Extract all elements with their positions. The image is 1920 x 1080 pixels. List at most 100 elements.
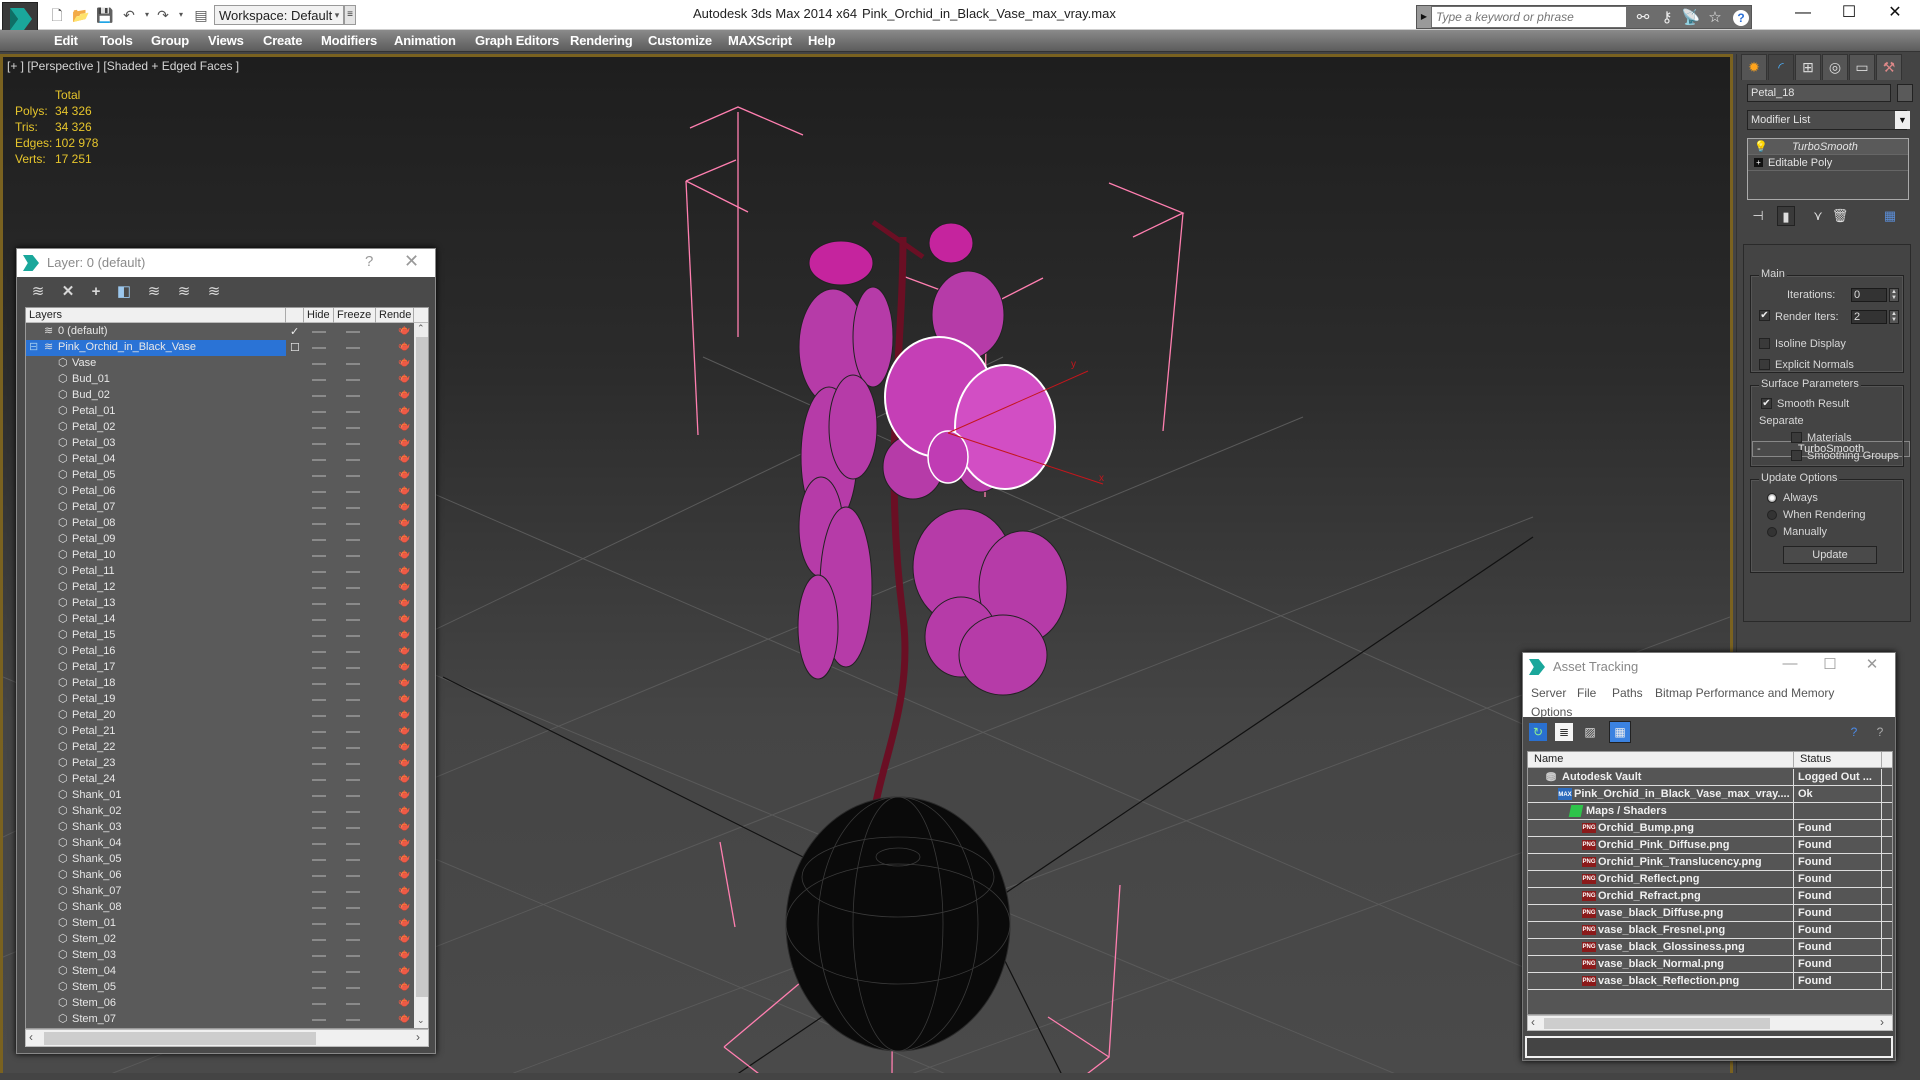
create-layer-icon[interactable]: ≋ (27, 282, 49, 302)
freeze-toggle[interactable] (346, 891, 360, 893)
hide-toggle[interactable] (312, 955, 326, 957)
column-header-hide[interactable]: Hide (304, 308, 334, 323)
object-row[interactable]: ⬡ Stem_02 🫖 (26, 932, 414, 948)
menu-views[interactable]: Views (208, 33, 244, 48)
freeze-toggle[interactable] (346, 507, 360, 509)
isoline-display-checkbox[interactable] (1759, 338, 1770, 349)
hide-toggle[interactable] (312, 747, 326, 749)
object-row[interactable]: ⬡ Petal_05 🫖 (26, 468, 414, 484)
hide-toggle[interactable] (312, 763, 326, 765)
asset-row[interactable]: PNG Orchid_Reflect.png Found (1528, 871, 1892, 888)
configure-modifier-sets-icon[interactable]: ▦ (1881, 206, 1899, 226)
stack-item-turbosmooth[interactable]: 💡 TurboSmooth (1748, 139, 1908, 155)
object-row[interactable]: ⬡ Petal_24 🫖 (26, 772, 414, 788)
maximize-button[interactable]: ☐ (1826, 0, 1872, 28)
binoculars-icon[interactable]: ⚯ (1633, 8, 1653, 28)
object-row[interactable]: ⬡ Petal_18 🫖 (26, 676, 414, 692)
menu-tools[interactable]: Tools (100, 33, 133, 48)
tab-hierarchy[interactable]: ⊞ (1795, 54, 1821, 80)
freeze-toggle[interactable] (346, 555, 360, 557)
renderable-teapot-icon[interactable]: 🫖 (398, 966, 410, 976)
chevron-down-icon[interactable]: ▾ (330, 5, 344, 25)
update-button[interactable]: Update (1783, 546, 1877, 564)
horizontal-scrollbar[interactable]: ‹ › (25, 1029, 429, 1047)
renderable-teapot-icon[interactable]: 🫖 (398, 678, 410, 688)
expand-icon[interactable]: + (1754, 158, 1763, 167)
object-row[interactable]: ⬡ Petal_08 🫖 (26, 516, 414, 532)
workspace-dropdown[interactable]: Workspace: Default (214, 5, 344, 25)
hide-toggle[interactable] (312, 907, 326, 909)
object-row[interactable]: ⬡ Bud_01 🫖 (26, 372, 414, 388)
hide-toggle[interactable] (312, 459, 326, 461)
freeze-toggle[interactable] (346, 411, 360, 413)
renderable-teapot-icon[interactable]: 🫖 (398, 470, 410, 480)
renderable-teapot-icon[interactable]: 🫖 (398, 822, 410, 832)
bud-01[interactable] (808, 240, 874, 286)
hide-toggle[interactable] (312, 347, 326, 349)
hide-toggle[interactable] (312, 843, 326, 845)
renderable-teapot-icon[interactable]: 🫖 (398, 358, 410, 368)
maximize-button[interactable]: ☐ (1815, 655, 1845, 675)
close-button[interactable]: ✕ (1857, 655, 1887, 675)
object-row[interactable]: ⬡ Petal_06 🫖 (26, 484, 414, 500)
asset-row[interactable]: PNG vase_black_Glossiness.png Found (1528, 939, 1892, 956)
renderable-teapot-icon[interactable]: 🫖 (398, 742, 410, 752)
object-row[interactable]: ⬡ Petal_17 🫖 (26, 660, 414, 676)
freeze-toggle[interactable] (346, 875, 360, 877)
renderable-teapot-icon[interactable]: 🫖 (398, 374, 410, 384)
hide-toggle[interactable] (312, 667, 326, 669)
object-row[interactable]: ⬡ Petal_10 🫖 (26, 548, 414, 564)
add-to-layer-icon[interactable]: + (85, 282, 107, 302)
freeze-toggle[interactable] (346, 523, 360, 525)
object-row[interactable]: ⬡ Petal_02 🫖 (26, 420, 414, 436)
project-folder-icon[interactable]: ▤ (192, 6, 210, 24)
freeze-toggle[interactable] (346, 331, 360, 333)
freeze-toggle[interactable] (346, 699, 360, 701)
freeze-toggle[interactable] (346, 827, 360, 829)
show-end-result-icon[interactable]: ▮ (1777, 206, 1795, 226)
spinner-arrows-icon[interactable]: ▲ ▼ (1889, 310, 1899, 324)
hide-toggle[interactable] (312, 795, 326, 797)
table-view-icon[interactable]: ▦ (1609, 721, 1631, 743)
radio-when-rendering[interactable] (1767, 510, 1777, 520)
column-header-render[interactable]: Rende (376, 308, 414, 323)
object-row[interactable]: ⬡ Petal_14 🫖 (26, 612, 414, 628)
freeze-toggle[interactable] (346, 811, 360, 813)
hide-toggle[interactable] (312, 475, 326, 477)
object-row[interactable]: ⬡ Petal_19 🫖 (26, 692, 414, 708)
freeze-toggle[interactable] (346, 603, 360, 605)
column-header-layers[interactable]: Layers (26, 308, 286, 323)
scroll-right-icon[interactable]: › (416, 1030, 420, 1044)
object-row[interactable]: ⬡ Petal_03 🫖 (26, 436, 414, 452)
scroll-up-icon[interactable]: ⌃ (417, 323, 425, 334)
favorites-star-icon[interactable]: ☆ (1705, 8, 1725, 28)
scrollbar-thumb[interactable] (1544, 1018, 1770, 1029)
tab-motion[interactable]: ◎ (1822, 54, 1848, 80)
renderable-teapot-icon[interactable]: 🫖 (398, 870, 410, 880)
renderable-teapot-icon[interactable]: 🫖 (398, 934, 410, 944)
object-row[interactable]: ⬡ Stem_06 🫖 (26, 996, 414, 1012)
refresh-icon[interactable]: ↻ (1529, 723, 1547, 741)
renderable-teapot-icon[interactable]: 🫖 (398, 390, 410, 400)
renderable-teapot-icon[interactable]: 🫖 (398, 758, 410, 768)
materials-checkbox[interactable] (1791, 432, 1802, 443)
renderable-teapot-icon[interactable]: 🫖 (398, 582, 410, 592)
object-row[interactable]: ⬡ Petal_22 🫖 (26, 740, 414, 756)
menu-modifiers[interactable]: Modifiers (321, 33, 377, 48)
hide-toggle[interactable] (312, 587, 326, 589)
scrollbar-thumb[interactable] (44, 1032, 316, 1045)
hide-toggle[interactable] (312, 427, 326, 429)
scroll-down-icon[interactable]: ⌄ (417, 1015, 425, 1026)
freeze-toggle[interactable] (346, 619, 360, 621)
object-row[interactable]: ⬡ Shank_04 🫖 (26, 836, 414, 852)
freeze-toggle[interactable] (346, 347, 360, 349)
object-color-swatch[interactable] (1897, 84, 1913, 102)
menu-bitmap-performance[interactable]: Bitmap Performance and Memory (1655, 686, 1834, 700)
tab-display[interactable]: ▭ (1849, 54, 1875, 80)
object-row[interactable]: ⬡ Petal_16 🫖 (26, 644, 414, 660)
freeze-toggle[interactable] (346, 539, 360, 541)
help-button[interactable]: ? (365, 253, 373, 270)
renderable-teapot-icon[interactable]: 🫖 (398, 598, 410, 608)
render-iters-checkbox[interactable]: ✔ (1759, 310, 1770, 321)
hide-toggle[interactable] (312, 571, 326, 573)
